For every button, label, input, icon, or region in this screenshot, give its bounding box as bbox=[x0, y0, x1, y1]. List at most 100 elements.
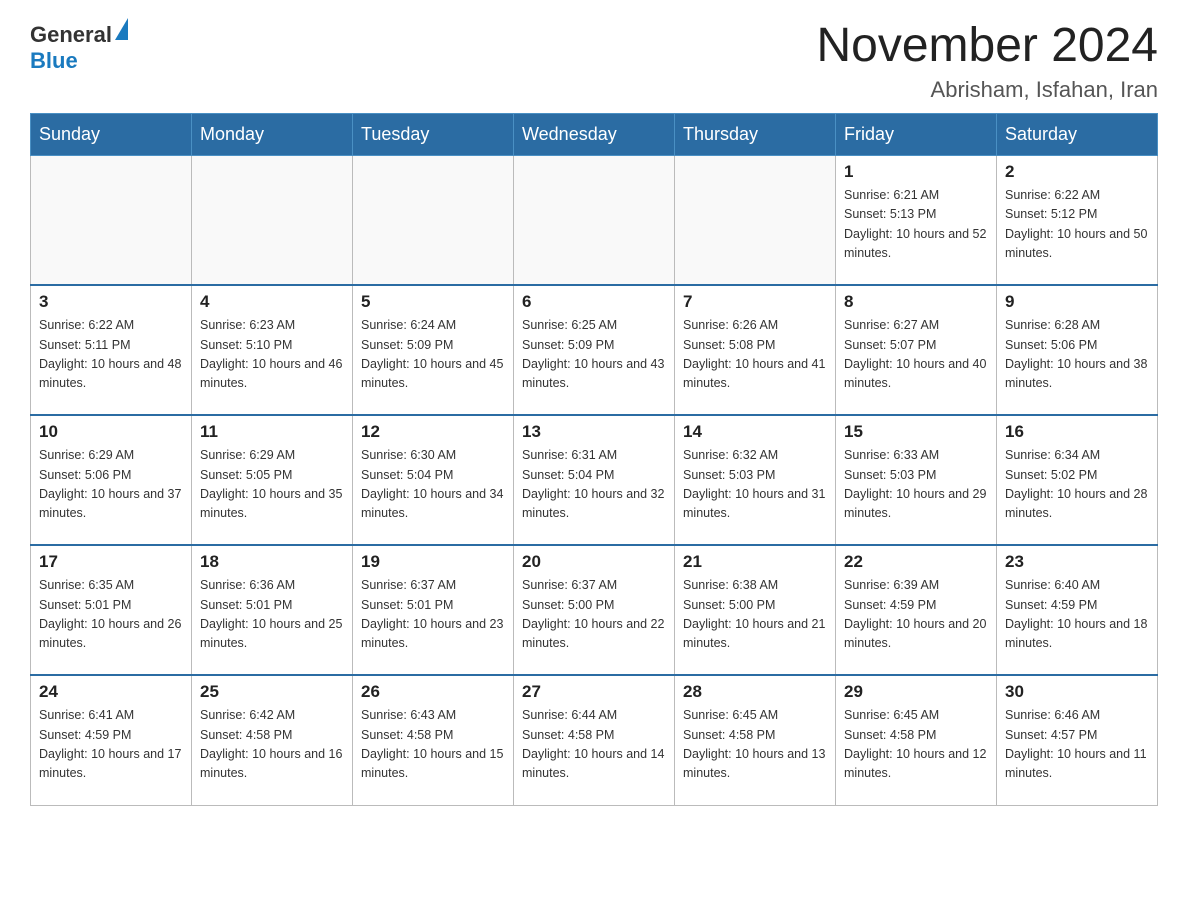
day-info: Sunrise: 6:29 AM Sunset: 5:05 PM Dayligh… bbox=[200, 446, 344, 524]
day-info: Sunrise: 6:21 AM Sunset: 5:13 PM Dayligh… bbox=[844, 186, 988, 264]
calendar-header-row: Sunday Monday Tuesday Wednesday Thursday… bbox=[31, 113, 1158, 155]
table-row: 14 Sunrise: 6:32 AM Sunset: 5:03 PM Dayli… bbox=[675, 415, 836, 545]
day-number: 26 bbox=[361, 682, 505, 702]
table-row: 25 Sunrise: 6:42 AM Sunset: 4:58 PM Dayli… bbox=[192, 675, 353, 805]
table-row: 3 Sunrise: 6:22 AM Sunset: 5:11 PM Daylig… bbox=[31, 285, 192, 415]
logo-general-text: General Blue bbox=[30, 20, 130, 74]
col-saturday: Saturday bbox=[997, 113, 1158, 155]
title-section: November 2024 Abrisham, Isfahan, Iran bbox=[816, 20, 1158, 103]
table-row: 18 Sunrise: 6:36 AM Sunset: 5:01 PM Dayli… bbox=[192, 545, 353, 675]
table-row: 15 Sunrise: 6:33 AM Sunset: 5:03 PM Dayli… bbox=[836, 415, 997, 545]
day-number: 23 bbox=[1005, 552, 1149, 572]
table-row: 8 Sunrise: 6:27 AM Sunset: 5:07 PM Daylig… bbox=[836, 285, 997, 415]
table-row: 27 Sunrise: 6:44 AM Sunset: 4:58 PM Dayli… bbox=[514, 675, 675, 805]
table-row: 7Sunrise: 6:26 AM Sunset: 5:08 PM Daylig… bbox=[675, 285, 836, 415]
day-info: Sunrise: 6:38 AM Sunset: 5:00 PM Dayligh… bbox=[683, 576, 827, 654]
day-number: 21 bbox=[683, 552, 827, 572]
day-info: Sunrise: 6:46 AM Sunset: 4:57 PM Dayligh… bbox=[1005, 706, 1149, 784]
day-number: 10 bbox=[39, 422, 183, 442]
day-info: Sunrise: 6:35 AM Sunset: 5:01 PM Dayligh… bbox=[39, 576, 183, 654]
table-row: 5Sunrise: 6:24 AM Sunset: 5:09 PM Daylig… bbox=[353, 285, 514, 415]
logo-triangle-icon bbox=[115, 18, 128, 40]
table-row bbox=[675, 155, 836, 285]
page-header: General Blue November 2024 Abrisham, Isf… bbox=[30, 20, 1158, 103]
col-wednesday: Wednesday bbox=[514, 113, 675, 155]
table-row: 24 Sunrise: 6:41 AM Sunset: 4:59 PM Dayli… bbox=[31, 675, 192, 805]
day-number: 2 bbox=[1005, 162, 1149, 182]
day-number: 24 bbox=[39, 682, 183, 702]
table-row bbox=[31, 155, 192, 285]
day-number: 20 bbox=[522, 552, 666, 572]
day-number: 27 bbox=[522, 682, 666, 702]
day-info: Sunrise: 6:41 AM Sunset: 4:59 PM Dayligh… bbox=[39, 706, 183, 784]
day-number: 28 bbox=[683, 682, 827, 702]
day-info: Sunrise: 6:45 AM Sunset: 4:58 PM Dayligh… bbox=[844, 706, 988, 784]
day-number: 22 bbox=[844, 552, 988, 572]
table-row: 10 Sunrise: 6:29 AM Sunset: 5:06 PM Dayli… bbox=[31, 415, 192, 545]
day-info: Sunrise: 6:22 AM Sunset: 5:12 PM Dayligh… bbox=[1005, 186, 1149, 264]
table-row: 6Sunrise: 6:25 AM Sunset: 5:09 PM Daylig… bbox=[514, 285, 675, 415]
day-number: 3 bbox=[39, 292, 183, 312]
calendar-week-row: 17 Sunrise: 6:35 AM Sunset: 5:01 PM Dayli… bbox=[31, 545, 1158, 675]
day-number: 18 bbox=[200, 552, 344, 572]
table-row: 29 Sunrise: 6:45 AM Sunset: 4:58 PM Dayli… bbox=[836, 675, 997, 805]
table-row: 4 Sunrise: 6:23 AM Sunset: 5:10 PM Daylig… bbox=[192, 285, 353, 415]
day-number: 4 bbox=[200, 292, 344, 312]
day-info: Sunrise: 6:26 AM Sunset: 5:08 PM Dayligh… bbox=[683, 316, 827, 394]
location-subtitle: Abrisham, Isfahan, Iran bbox=[816, 77, 1158, 103]
calendar-week-row: 24 Sunrise: 6:41 AM Sunset: 4:59 PM Dayli… bbox=[31, 675, 1158, 805]
table-row: 19Sunrise: 6:37 AM Sunset: 5:01 PM Dayli… bbox=[353, 545, 514, 675]
day-number: 5 bbox=[361, 292, 505, 312]
calendar-table: Sunday Monday Tuesday Wednesday Thursday… bbox=[30, 113, 1158, 806]
table-row bbox=[353, 155, 514, 285]
table-row: 23 Sunrise: 6:40 AM Sunset: 4:59 PM Dayli… bbox=[997, 545, 1158, 675]
day-info: Sunrise: 6:36 AM Sunset: 5:01 PM Dayligh… bbox=[200, 576, 344, 654]
day-number: 30 bbox=[1005, 682, 1149, 702]
table-row: 20 Sunrise: 6:37 AM Sunset: 5:00 PM Dayli… bbox=[514, 545, 675, 675]
table-row: 12Sunrise: 6:30 AM Sunset: 5:04 PM Dayli… bbox=[353, 415, 514, 545]
day-info: Sunrise: 6:39 AM Sunset: 4:59 PM Dayligh… bbox=[844, 576, 988, 654]
table-row: 2 Sunrise: 6:22 AM Sunset: 5:12 PM Daylig… bbox=[997, 155, 1158, 285]
table-row: 11 Sunrise: 6:29 AM Sunset: 5:05 PM Dayli… bbox=[192, 415, 353, 545]
day-number: 8 bbox=[844, 292, 988, 312]
day-info: Sunrise: 6:44 AM Sunset: 4:58 PM Dayligh… bbox=[522, 706, 666, 784]
day-info: Sunrise: 6:37 AM Sunset: 5:01 PM Dayligh… bbox=[361, 576, 505, 654]
day-info: Sunrise: 6:37 AM Sunset: 5:00 PM Dayligh… bbox=[522, 576, 666, 654]
table-row: 9Sunrise: 6:28 AM Sunset: 5:06 PM Daylig… bbox=[997, 285, 1158, 415]
table-row: 1 Sunrise: 6:21 AM Sunset: 5:13 PM Daylig… bbox=[836, 155, 997, 285]
day-info: Sunrise: 6:27 AM Sunset: 5:07 PM Dayligh… bbox=[844, 316, 988, 394]
day-number: 13 bbox=[522, 422, 666, 442]
day-info: Sunrise: 6:33 AM Sunset: 5:03 PM Dayligh… bbox=[844, 446, 988, 524]
day-info: Sunrise: 6:31 AM Sunset: 5:04 PM Dayligh… bbox=[522, 446, 666, 524]
day-number: 25 bbox=[200, 682, 344, 702]
day-info: Sunrise: 6:29 AM Sunset: 5:06 PM Dayligh… bbox=[39, 446, 183, 524]
day-info: Sunrise: 6:34 AM Sunset: 5:02 PM Dayligh… bbox=[1005, 446, 1149, 524]
day-info: Sunrise: 6:22 AM Sunset: 5:11 PM Dayligh… bbox=[39, 316, 183, 394]
calendar-week-row: 10 Sunrise: 6:29 AM Sunset: 5:06 PM Dayli… bbox=[31, 415, 1158, 545]
day-number: 1 bbox=[844, 162, 988, 182]
calendar-week-row: 1 Sunrise: 6:21 AM Sunset: 5:13 PM Daylig… bbox=[31, 155, 1158, 285]
day-number: 15 bbox=[844, 422, 988, 442]
day-info: Sunrise: 6:40 AM Sunset: 4:59 PM Dayligh… bbox=[1005, 576, 1149, 654]
day-number: 14 bbox=[683, 422, 827, 442]
day-number: 16 bbox=[1005, 422, 1149, 442]
table-row: 17 Sunrise: 6:35 AM Sunset: 5:01 PM Dayli… bbox=[31, 545, 192, 675]
day-info: Sunrise: 6:23 AM Sunset: 5:10 PM Dayligh… bbox=[200, 316, 344, 394]
day-number: 12 bbox=[361, 422, 505, 442]
col-sunday: Sunday bbox=[31, 113, 192, 155]
table-row bbox=[514, 155, 675, 285]
day-info: Sunrise: 6:28 AM Sunset: 5:06 PM Dayligh… bbox=[1005, 316, 1149, 394]
logo: General Blue bbox=[30, 20, 130, 74]
col-monday: Monday bbox=[192, 113, 353, 155]
month-title: November 2024 bbox=[816, 20, 1158, 73]
day-number: 17 bbox=[39, 552, 183, 572]
day-number: 11 bbox=[200, 422, 344, 442]
table-row: 28Sunrise: 6:45 AM Sunset: 4:58 PM Dayli… bbox=[675, 675, 836, 805]
day-info: Sunrise: 6:42 AM Sunset: 4:58 PM Dayligh… bbox=[200, 706, 344, 784]
day-number: 29 bbox=[844, 682, 988, 702]
col-tuesday: Tuesday bbox=[353, 113, 514, 155]
day-info: Sunrise: 6:32 AM Sunset: 5:03 PM Dayligh… bbox=[683, 446, 827, 524]
table-row bbox=[192, 155, 353, 285]
table-row: 22 Sunrise: 6:39 AM Sunset: 4:59 PM Dayli… bbox=[836, 545, 997, 675]
day-number: 6 bbox=[522, 292, 666, 312]
